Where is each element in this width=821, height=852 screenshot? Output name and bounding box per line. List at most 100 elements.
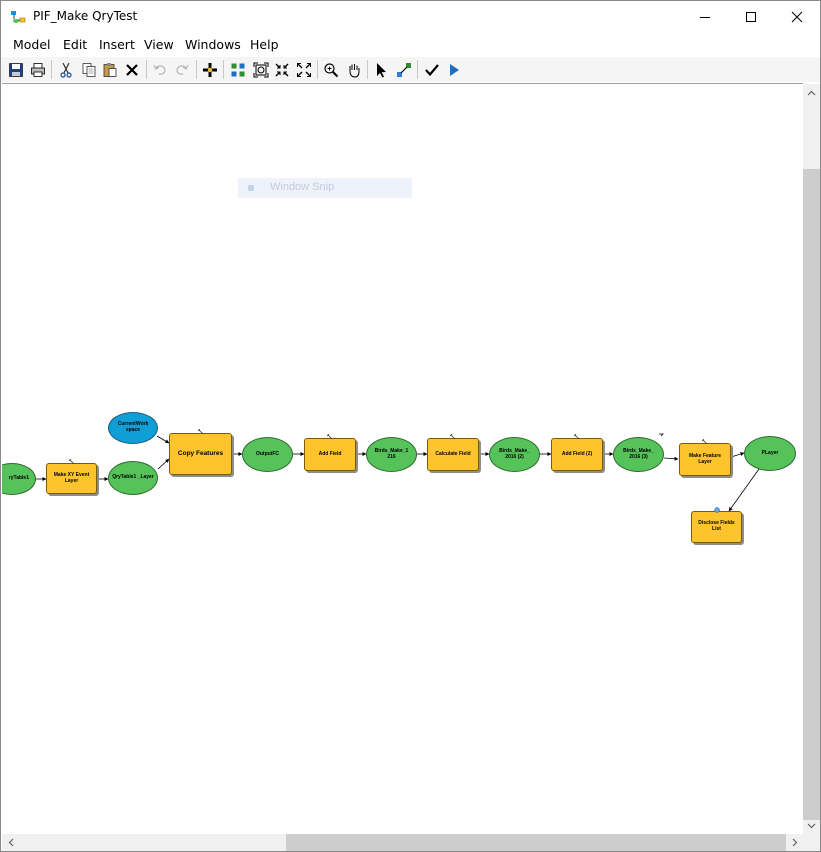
horizontal-scrollbar[interactable] — [2, 834, 803, 851]
menu-insert[interactable]: Insert — [99, 37, 135, 52]
node-label: Add Field — [318, 450, 342, 457]
redo-icon — [176, 64, 189, 75]
chevron-up-icon — [807, 90, 816, 95]
horizontal-scroll-thumb[interactable] — [286, 834, 786, 851]
full-extent-button[interactable] — [251, 60, 271, 80]
hammer-icon — [574, 434, 580, 440]
fixed-zoom-out-icon — [297, 63, 311, 77]
zoom-in-button[interactable] — [321, 60, 341, 80]
run-button[interactable] — [444, 60, 464, 80]
node-label: Make XY Event Layer — [53, 471, 90, 484]
hammer-icon — [68, 459, 74, 465]
scroll-left-button[interactable] — [2, 834, 19, 851]
model-builder-icon — [11, 11, 26, 23]
auto-layout-button[interactable] — [228, 60, 248, 80]
scrollbar-corner — [803, 834, 820, 851]
node-label: OutputFC — [255, 450, 280, 457]
node-label: Add Field (2) — [561, 450, 593, 457]
node-label: PLayer — [761, 449, 779, 456]
pan-button[interactable] — [344, 60, 364, 80]
menu-bar: Model Edit Insert View Windows Help — [1, 34, 820, 56]
model-node-birds-make-3[interactable]: Birds_Make_ 2016 (3) — [613, 437, 664, 472]
scroll-down-button[interactable] — [803, 817, 820, 834]
delete-button[interactable] — [122, 60, 142, 80]
title-bar: PIF_Make QryTest — [1, 1, 820, 32]
node-label: Disclose Fields List — [698, 520, 735, 532]
undo-button[interactable] — [150, 60, 170, 80]
paste-icon — [103, 63, 117, 77]
toolbar — [1, 57, 820, 82]
validate-button[interactable] — [422, 60, 442, 80]
model-node-player[interactable]: PLayer — [744, 436, 796, 471]
close-icon — [791, 11, 803, 22]
maximize-icon — [746, 11, 756, 22]
node-label: Birds_Make_ 2016 (2) — [499, 447, 530, 460]
hammer-icon — [702, 439, 708, 445]
model-node-add-field-2[interactable]: Add Field (2) — [551, 434, 603, 471]
model-canvas[interactable]: Window Snip ryTable1 Make XY Event Layer… — [2, 83, 803, 835]
node-label: Make Feature Layer — [689, 452, 721, 465]
cut-icon — [60, 62, 72, 78]
add-data-button[interactable] — [200, 60, 220, 80]
model-node-outputfc[interactable]: OutputFC — [242, 437, 293, 472]
scroll-up-button[interactable] — [803, 84, 820, 101]
model-node-make-feature-layer[interactable]: Make Feature Layer — [679, 439, 731, 476]
delete-icon — [126, 64, 138, 76]
run-icon — [450, 64, 459, 76]
hammer-icon — [450, 434, 456, 440]
vertical-scrollbar[interactable] — [803, 84, 820, 834]
menu-view[interactable]: View — [144, 37, 174, 52]
menu-model[interactable]: Model — [13, 37, 51, 52]
model-node-birds-make-1[interactable]: Birds_Make_1 216 — [366, 437, 417, 472]
node-label: QryTable1 _Layer — [112, 474, 154, 481]
close-button[interactable] — [774, 1, 820, 32]
connect-icon — [397, 63, 411, 77]
node-label: Birds_Make_1 216 — [374, 447, 409, 460]
chevron-down-icon — [807, 823, 816, 828]
model-node-calculate-field[interactable]: Calculate Field — [427, 434, 479, 471]
node-label: Birds_Make_ 2016 (3) — [623, 447, 654, 460]
copy-button[interactable] — [79, 60, 99, 80]
print-button[interactable] — [28, 60, 48, 80]
window-title: PIF_Make QryTest — [33, 9, 138, 23]
select-icon — [377, 63, 386, 78]
select-button[interactable] — [371, 60, 391, 80]
model-node-add-field[interactable]: Add Field — [304, 434, 356, 471]
fixed-zoom-out-button[interactable] — [294, 60, 314, 80]
redo-button[interactable] — [172, 60, 192, 80]
save-button[interactable] — [6, 60, 26, 80]
minimize-icon — [700, 16, 710, 18]
cut-button[interactable] — [56, 60, 76, 80]
model-node-copy-features[interactable]: Copy Features — [169, 429, 232, 475]
model-node-current-workspace[interactable]: CurrentWork space — [108, 412, 158, 444]
pan-icon — [349, 64, 360, 78]
scroll-right-button[interactable] — [786, 834, 803, 851]
node-label: ryTable1 — [8, 475, 29, 482]
hammer-icon — [327, 434, 333, 440]
chevron-right-icon — [792, 838, 797, 847]
model-node-disclose-fields-list[interactable]: Disclose Fields List — [691, 507, 742, 543]
validate-icon — [425, 64, 439, 77]
hammer-icon — [197, 429, 203, 435]
minimize-button[interactable] — [682, 1, 728, 32]
print-icon — [31, 63, 45, 77]
node-label: Calculate Field — [435, 450, 471, 457]
menu-help[interactable]: Help — [250, 37, 279, 52]
script-icon — [713, 507, 720, 513]
model-node-qrytable1-layer[interactable]: QryTable1 _Layer — [108, 461, 158, 495]
zoom-in-icon — [324, 63, 339, 78]
paste-button[interactable] — [100, 60, 120, 80]
auto-layout-icon — [231, 63, 245, 77]
menu-edit[interactable]: Edit — [63, 37, 87, 52]
vertical-scroll-thumb[interactable] — [803, 169, 820, 820]
maximize-button[interactable] — [728, 1, 774, 32]
model-node-birds-make-2[interactable]: Birds_Make_ 2016 (2) — [489, 437, 540, 472]
model-node-make-xy-event-layer[interactable]: Make XY Event Layer — [46, 459, 97, 494]
fixed-zoom-in-button[interactable] — [272, 60, 292, 80]
connect-button[interactable] — [394, 60, 414, 80]
node-label: Copy Features — [177, 450, 224, 458]
undo-icon — [153, 64, 166, 75]
node-label: CurrentWork space — [117, 421, 149, 433]
menu-windows[interactable]: Windows — [185, 37, 241, 52]
model-builder-window: PIF_Make QryTest Model Edit Insert View … — [0, 0, 821, 852]
